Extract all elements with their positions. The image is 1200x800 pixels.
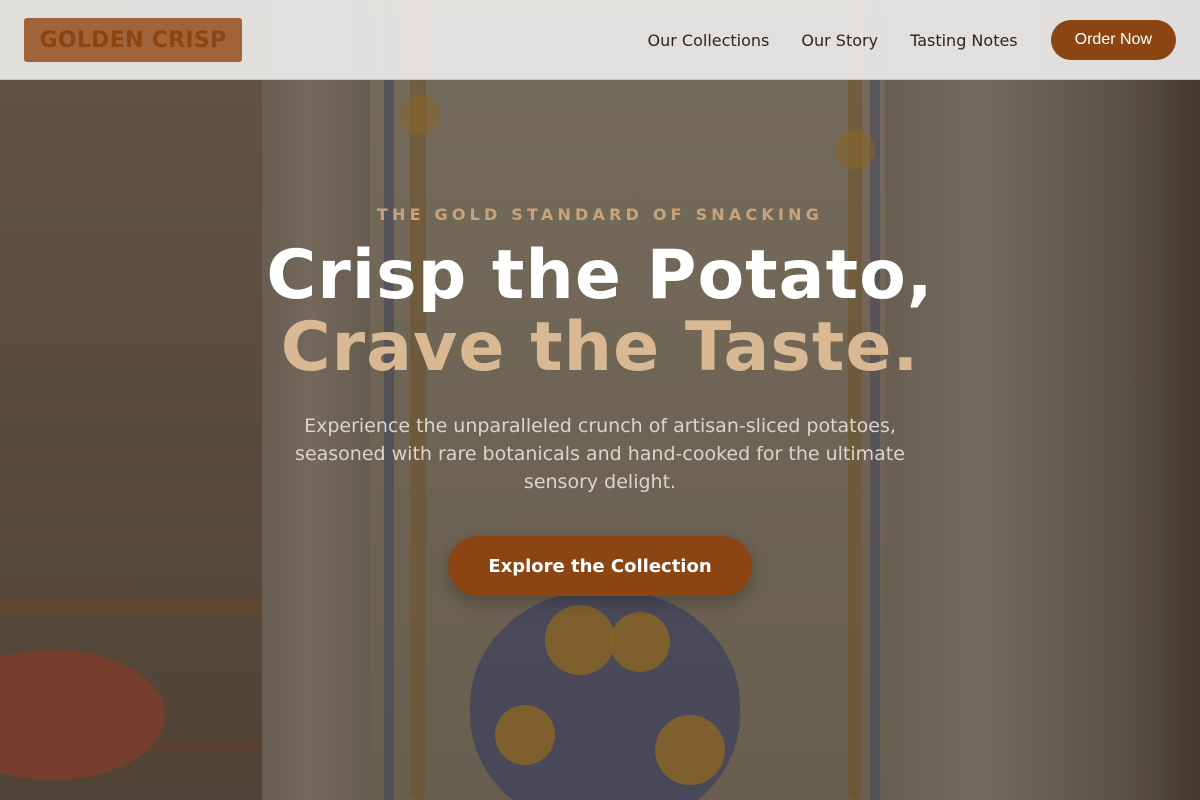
hero-headline: Crisp the Potato, Crave the Taste.	[0, 240, 1200, 384]
landing-page: GOLDEN CRISP Our Collections Our Story T…	[0, 0, 1200, 800]
hero-eyebrow: THE GOLD STANDARD OF SNACKING	[376, 205, 824, 224]
hero-description: Experience the unparalleled crunch of ar…	[295, 415, 905, 493]
hero-section: THE GOLD STANDARD OF SNACKING Crisp the …	[0, 0, 1200, 800]
hero-headline-line2: Crave the Taste.	[280, 308, 920, 387]
nav-link-our-story[interactable]: Our Story	[801, 31, 878, 50]
nav-link-our-collections[interactable]: Our Collections	[648, 31, 770, 50]
site-header: GOLDEN CRISP Our Collections Our Story T…	[0, 0, 1200, 80]
nav-link-tasting-notes[interactable]: Tasting Notes	[910, 31, 1018, 50]
hero-headline-line1: Crisp the Potato,	[266, 236, 934, 315]
order-now-button[interactable]: Order Now	[1050, 20, 1176, 60]
main-nav: Our Collections Our Story Tasting Notes …	[648, 20, 1176, 60]
explore-collection-button[interactable]: Explore the Collection	[448, 536, 752, 596]
brand-logo[interactable]: GOLDEN CRISP	[24, 18, 242, 62]
